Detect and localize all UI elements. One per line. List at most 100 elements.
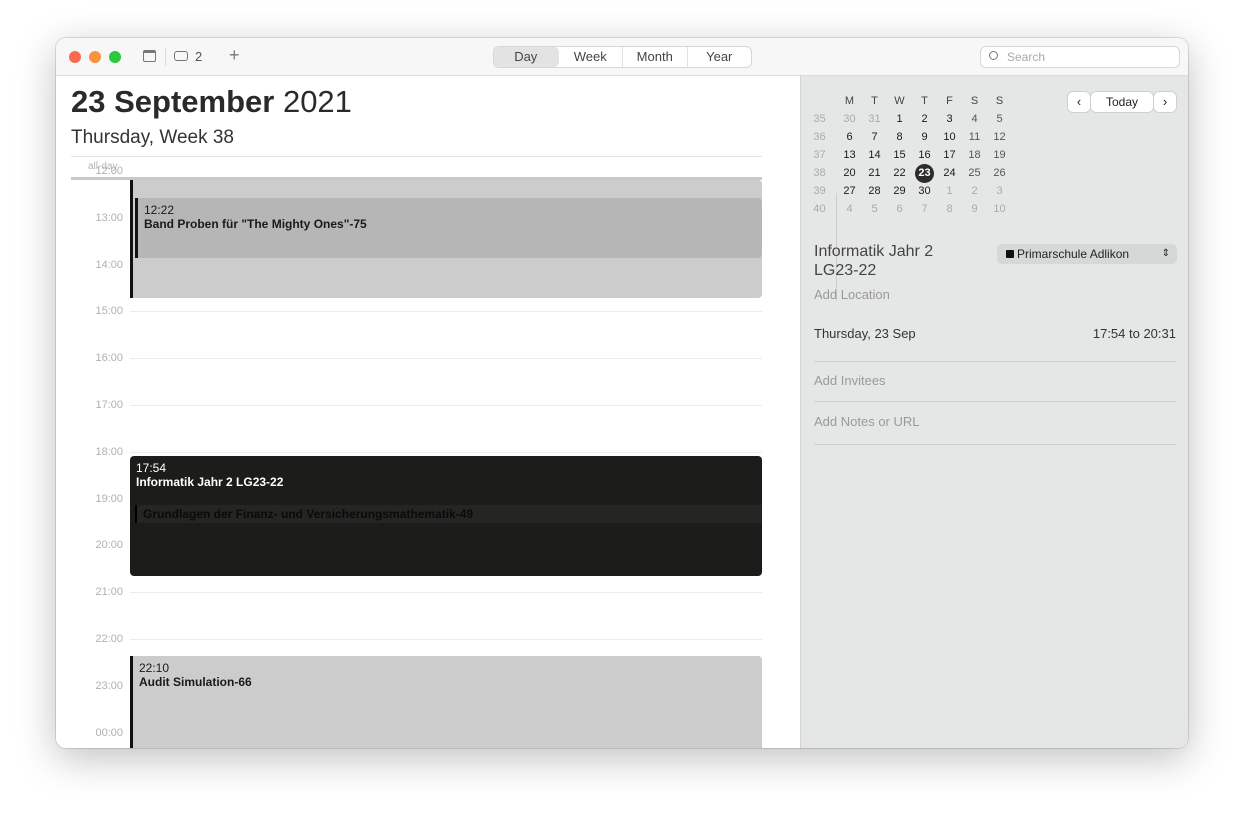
calendar-day[interactable]: 17 [937,149,962,161]
calendar-day[interactable]: 2 [962,185,987,197]
hour-label: 12:00 [95,165,123,177]
today-button[interactable]: Today [1091,92,1153,112]
event-grundlagen[interactable]: Grundlagen der Finanz- und Versicherungs… [135,505,762,523]
calendar-day[interactable]: 10 [937,131,962,143]
calendar-day[interactable]: 30 [837,113,862,125]
location-field[interactable]: Add Location [814,287,890,302]
calendar-day[interactable]: 16 [912,149,937,161]
hour-label: 00:00 [95,726,123,739]
calendar-day[interactable]: 31 [862,113,887,125]
calendar-day[interactable]: 7 [912,203,937,215]
calendar-day[interactable]: 9 [912,131,937,143]
hour-label: 15:00 [95,305,123,318]
weekday-header: S [995,95,1004,107]
calendar-day[interactable]: 2 [912,113,937,125]
weekday-header: S [970,95,979,107]
zoom-button[interactable] [109,51,121,63]
calendar-day[interactable]: 20 [837,167,862,179]
calendar-day[interactable]: 23 [915,164,934,183]
calendar-day[interactable]: 22 [887,167,912,179]
tab-year[interactable]: Year [688,47,752,67]
calendar-window: 2 + Day Week Month Year Search 23 Septem… [56,38,1188,748]
calendar-day[interactable]: 11 [962,131,987,143]
minimize-button[interactable] [89,51,101,63]
tab-month[interactable]: Month [623,47,688,67]
calendar-day[interactable]: 10 [987,203,1012,215]
hour-label: 23:00 [95,679,123,692]
calendar-day[interactable]: 3 [987,185,1012,197]
event-band-proben[interactable]: 12:22 Band Proben für "The Mighty Ones"-… [135,198,762,258]
calendar-day[interactable]: 8 [887,131,912,143]
calendar-day[interactable]: 5 [862,203,887,215]
event-title-field[interactable]: Informatik Jahr 2 LG23-22 [814,242,974,280]
event-time-range[interactable]: 17:54 to 20:31 [1093,326,1176,341]
divider [814,444,1176,445]
divider [165,48,166,66]
previous-button[interactable]: ‹ [1068,92,1090,112]
calendar-day[interactable]: 6 [887,203,912,215]
calendar-day[interactable]: 19 [987,149,1012,161]
tab-day[interactable]: Day [494,47,559,67]
weekday-header: W [894,95,905,107]
tab-week[interactable]: Week [559,47,623,67]
calendar-day[interactable]: 12 [987,131,1012,143]
notes-field[interactable]: Add Notes or URL [814,414,920,429]
event-time: 22:10 [139,661,170,675]
calendar-day[interactable]: 1 [937,185,962,197]
hour-label: 17:00 [95,399,123,411]
divider [814,401,1176,402]
date-label: 23 September [71,84,275,119]
hour-label: 16:00 [95,352,123,365]
calendar-name: Primarschule Adlikon [1017,247,1130,261]
hour-line [130,639,762,640]
search-input[interactable]: Search [980,46,1180,68]
calendar-day[interactable]: 1 [887,113,912,125]
weekday-header: T [921,95,928,107]
inspector-panel: M T W T F S S 35 30 31 1 2 3 4 5 36 6 7 8 9 10 11 12 37 13 14 15 16… [800,76,1188,748]
calendar-day[interactable]: 29 [887,185,912,197]
year-label: 2021 [282,84,352,119]
calendar-day[interactable]: 18 [962,149,987,161]
event-time: 12:22 [144,203,175,217]
event-audit-simulation[interactable]: 22:10 Audit Simulation-66 [130,656,762,748]
calendar-day[interactable]: 4 [962,113,987,125]
hour-label: 19:00 [95,492,123,505]
week-number: 40 [813,203,826,215]
next-button[interactable]: › [1154,92,1176,112]
calendar-day[interactable]: 15 [887,149,912,161]
event-title: Audit Simulation-66 [139,675,252,689]
calendar-day[interactable]: 4 [837,203,862,215]
calendar-day[interactable]: 26 [987,167,1012,179]
close-button[interactable] [69,51,81,63]
calendar-day[interactable]: 21 [862,167,887,179]
calendar-day[interactable]: 9 [962,203,987,215]
event-date[interactable]: Thursday, 23 Sep [814,326,916,341]
calendar-day[interactable]: 6 [837,131,862,143]
hour-line [130,311,762,313]
calendar-select[interactable]: Primarschule Adlikon ⇕ [997,244,1177,264]
hour-label: 21:00 [95,586,123,599]
calendar-day[interactable]: 28 [862,185,887,197]
hour-label: 18:00 [95,445,123,458]
calendar-day[interactable]: 8 [937,203,962,215]
calendar-day[interactable]: 7 [862,131,887,143]
hour-line [130,592,762,594]
event-title: Grundlagen der Finanz- und Versicherungs… [143,507,474,521]
hour-line [130,451,762,453]
invitees-field[interactable]: Add Invitees [814,373,886,388]
calendar-day[interactable]: 24 [937,167,962,179]
calendar-day[interactable]: 30 [912,185,937,197]
inbox-icon[interactable] [174,51,188,61]
calendar-day[interactable]: 14 [862,149,887,161]
calendar-day[interactable]: 3 [937,113,962,125]
calendar-day[interactable]: 25 [962,167,987,179]
event-time: 17:54 [136,461,167,475]
calendar-day[interactable]: 27 [837,185,862,197]
calendar-day[interactable]: 13 [837,149,862,161]
hour-label: 14:00 [95,258,123,271]
toolbar: 2 + Day Week Month Year Search [56,38,1188,76]
calendar-day[interactable]: 5 [987,113,1012,125]
day-subtitle: Thursday, Week 38 [71,127,234,148]
calendars-icon[interactable] [143,50,156,62]
add-event-button[interactable]: + [229,45,240,66]
